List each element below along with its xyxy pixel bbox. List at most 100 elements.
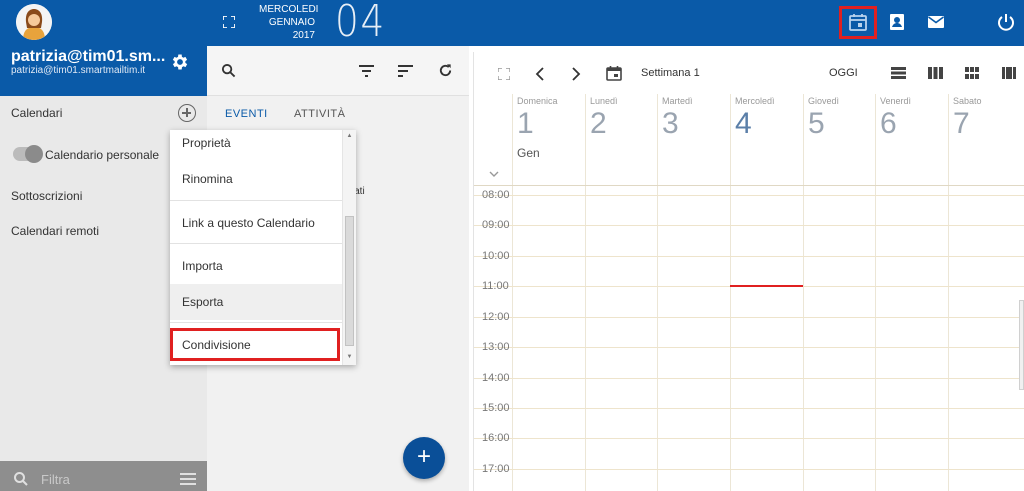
scroll-up-icon[interactable]: ▲ (345, 133, 354, 139)
previous-week-icon[interactable] (535, 67, 545, 81)
current-day-number: 04 (335, 0, 386, 47)
day-column-thursday[interactable]: Giovedì 5 (803, 94, 876, 491)
search-icon (14, 472, 28, 486)
week-label: Settimana 1 (641, 67, 700, 79)
menu-item-calendar-link[interactable]: Link a questo Calendario (170, 205, 342, 241)
calendars-section-title: Calendari (11, 106, 63, 120)
settings-gear-icon[interactable] (170, 52, 190, 72)
scroll-thumb[interactable] (345, 216, 354, 346)
day-column-friday[interactable]: Venerdì 6 (875, 94, 948, 491)
fullscreen-icon[interactable] (223, 16, 235, 28)
day-name: Martedì (662, 96, 693, 106)
tab-activities[interactable]: ATTIVITÀ (294, 108, 345, 120)
user-name: patrizia@tim01.sm... (11, 48, 166, 65)
hour-label: 09:00 (482, 219, 510, 231)
filter-icon[interactable] (359, 65, 374, 77)
contacts-app-icon[interactable] (887, 12, 907, 32)
hour-label: 17:00 (482, 463, 510, 475)
current-weekday: MERCOLEDI (259, 4, 319, 15)
filter-bar[interactable]: Filtra (0, 461, 207, 491)
date-picker-icon[interactable] (606, 65, 622, 81)
personal-calendar-toggle[interactable] (13, 145, 43, 163)
expand-icon[interactable] (498, 68, 510, 80)
hour-label: 08:00 (482, 189, 510, 201)
side-panel-handle[interactable] (1019, 300, 1024, 390)
add-event-button[interactable]: + (403, 437, 445, 479)
mail-app-icon[interactable] (926, 12, 946, 32)
day-number: 1 (517, 107, 534, 140)
hour-line (474, 347, 1024, 348)
add-calendar-button[interactable] (178, 104, 196, 122)
workweek-view-icon[interactable] (928, 67, 943, 79)
next-week-icon[interactable] (571, 67, 581, 81)
calendar-app-icon[interactable] (848, 12, 868, 32)
week-view-icon[interactable] (965, 67, 979, 79)
user-email: patrizia@tim01.smartmailtim.it (11, 65, 146, 76)
day-name: Lunedì (590, 96, 618, 106)
day-column-tuesday[interactable]: Martedì 3 (657, 94, 730, 491)
day-column-saturday[interactable]: Sabato 7 (948, 94, 1021, 491)
day-view-icon[interactable] (891, 67, 906, 79)
hour-label: 11:00 (482, 280, 509, 292)
sharing-highlight (170, 328, 340, 361)
hour-label: 10:00 (482, 250, 510, 262)
hour-line (474, 225, 1024, 226)
day-number: 3 (662, 107, 679, 140)
menu-item-rename[interactable]: Rinomina (170, 161, 342, 197)
menu-separator (170, 243, 342, 244)
calendar-toolbar: Settimana 1 OGGI (474, 52, 1024, 94)
scroll-down-icon[interactable]: ▼ (345, 354, 354, 360)
day-name: Mercoledì (735, 96, 775, 106)
header-separator (474, 185, 1024, 186)
hour-line (474, 378, 1024, 379)
hour-line (474, 469, 1024, 470)
today-button[interactable]: OGGI (829, 67, 858, 79)
filter-input[interactable]: Filtra (41, 472, 70, 487)
sort-icon[interactable] (398, 65, 413, 77)
sidebar-item-remote-calendars[interactable]: Calendari remoti (11, 224, 99, 238)
day-column-sunday[interactable]: Domenica 1 Gen (512, 94, 585, 491)
refresh-icon[interactable] (438, 63, 453, 78)
current-time-indicator (730, 285, 803, 287)
day-name: Giovedì (808, 96, 840, 106)
hour-line (474, 408, 1024, 409)
hour-label: 12:00 (482, 311, 510, 323)
menu-item-export[interactable]: Esporta (170, 284, 342, 320)
current-year: 2017 (292, 30, 315, 41)
menu-item-import[interactable]: Importa (170, 248, 342, 284)
menu-scrollbar[interactable]: ▲ ▼ (342, 130, 356, 365)
account-header: patrizia@tim01.sm... patrizia@tim01.smar… (0, 0, 207, 96)
top-bar: MERCOLEDI GENNAIO 2017 04 (207, 0, 1024, 47)
month-view-icon[interactable] (1002, 67, 1016, 79)
day-column-monday[interactable]: Lunedì 2 (585, 94, 658, 491)
current-date-text: MERCOLEDI GENNAIO 2017 (259, 3, 319, 42)
hour-line (474, 317, 1024, 318)
day-number: 6 (880, 107, 897, 140)
calendar-item-personal[interactable]: Calendario personale (45, 148, 159, 162)
chevron-down-icon[interactable] (489, 169, 499, 179)
hour-line (474, 438, 1024, 439)
hour-line (474, 256, 1024, 257)
day-number-today: 4 (735, 107, 752, 140)
menu-separator (170, 322, 342, 323)
list-toolbar (207, 46, 469, 96)
power-logout-icon[interactable] (996, 12, 1016, 32)
day-name: Domenica (517, 96, 558, 106)
day-number: 2 (590, 107, 607, 140)
month-label: Gen (517, 146, 540, 160)
list-menu-icon[interactable] (180, 473, 196, 485)
sidebar-item-subscriptions[interactable]: Sottoscrizioni (11, 189, 82, 203)
menu-item-properties[interactable]: Proprietà (170, 130, 342, 161)
current-month: GENNAIO (268, 17, 315, 28)
hour-label: 15:00 (482, 402, 510, 414)
day-column-wednesday[interactable]: Mercoledì 4 (730, 94, 803, 491)
hour-label: 14:00 (482, 372, 510, 384)
day-name: Sabato (953, 96, 982, 106)
avatar[interactable] (16, 4, 52, 40)
tab-events[interactable]: EVENTI (225, 108, 268, 120)
user-avatar-icon (16, 4, 52, 40)
search-icon[interactable] (221, 63, 236, 78)
list-tabs: EVENTI ATTIVITÀ (207, 96, 469, 132)
day-name: Venerdì (880, 96, 912, 106)
toggle-knob (25, 145, 43, 163)
